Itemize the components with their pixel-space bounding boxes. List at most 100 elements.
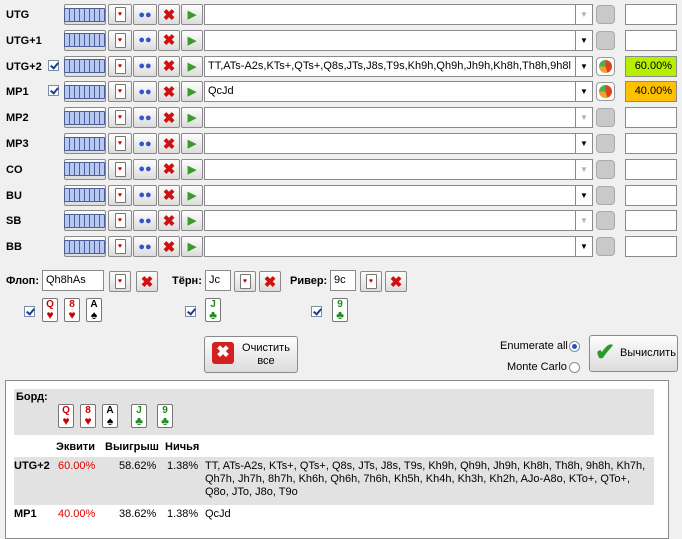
apply-range-button[interactable]: ▶	[181, 107, 203, 129]
range-dropdown-button[interactable]: ▼	[576, 184, 593, 206]
range-input[interactable]	[204, 236, 576, 258]
hand-picker-button[interactable]: ♥	[108, 29, 132, 51]
range-stats-button[interactable]	[596, 185, 615, 205]
range-matrix-button[interactable]	[64, 184, 106, 206]
range-stats-button[interactable]	[596, 134, 615, 153]
clear-range-button[interactable]: ✖	[158, 133, 180, 154]
apply-range-button[interactable]: ▶	[181, 55, 203, 77]
apply-range-button[interactable]: ▶	[181, 210, 203, 232]
chips-button[interactable]: ●●	[133, 158, 157, 180]
range-dropdown-button[interactable]: ▼	[576, 158, 593, 180]
chips-button[interactable]: ●●	[133, 184, 157, 206]
range-matrix-button[interactable]	[64, 29, 106, 51]
result-board-card: Q ♥	[58, 404, 74, 428]
range-matrix-button[interactable]	[64, 133, 106, 154]
flop-card-picker-button[interactable]: ♥	[109, 271, 131, 292]
clear-range-button[interactable]: ✖	[158, 55, 180, 77]
range-stats-button[interactable]	[596, 82, 615, 102]
chips-button[interactable]: ●●	[133, 55, 157, 77]
clear-range-button[interactable]: ✖	[158, 81, 180, 103]
range-dropdown-button[interactable]: ▼	[576, 81, 593, 103]
hand-picker-button[interactable]: ♥	[108, 133, 132, 154]
range-stats-button[interactable]	[596, 30, 615, 50]
range-dropdown-button[interactable]: ▼	[576, 55, 593, 77]
apply-range-button[interactable]: ▶	[181, 29, 203, 51]
clear-range-button[interactable]: ✖	[158, 107, 180, 129]
chips-button[interactable]: ●●	[133, 81, 157, 103]
clear-all-button[interactable]: ✖ Очистить все	[204, 336, 298, 373]
range-input[interactable]	[204, 4, 576, 25]
range-matrix-button[interactable]	[64, 4, 106, 25]
apply-range-button[interactable]: ▶	[181, 81, 203, 103]
hand-picker-button[interactable]: ♥	[108, 236, 132, 258]
clear-range-button[interactable]: ✖	[158, 158, 180, 180]
hand-picker-button[interactable]: ♥	[108, 4, 132, 25]
range-stats-button[interactable]	[596, 56, 615, 76]
clear-range-button[interactable]: ✖	[158, 236, 180, 258]
range-stats-button[interactable]	[596, 237, 615, 257]
river-input[interactable]: 9c	[330, 270, 356, 291]
calculate-button[interactable]: ✔ Вычислить	[589, 335, 678, 372]
clear-range-button[interactable]: ✖	[158, 29, 180, 51]
range-stats-button[interactable]	[596, 159, 615, 179]
hand-picker-button[interactable]: ♥	[108, 158, 132, 180]
hand-picker-button[interactable]: ♥	[108, 210, 132, 232]
apply-range-button[interactable]: ▶	[181, 133, 203, 154]
montecarlo-radio[interactable]	[569, 362, 580, 373]
apply-range-button[interactable]: ▶	[181, 4, 203, 25]
range-input[interactable]	[204, 210, 576, 232]
chips-button[interactable]: ●●	[133, 236, 157, 258]
turn-input[interactable]: Jc	[205, 270, 231, 291]
enumerate-radio[interactable]	[569, 341, 580, 352]
river-checkbox[interactable]	[311, 306, 322, 317]
range-input[interactable]	[204, 158, 576, 180]
chips-button[interactable]: ●●	[133, 133, 157, 154]
range-matrix-button[interactable]	[64, 210, 106, 232]
range-input[interactable]	[204, 29, 576, 51]
chips-button[interactable]: ●●	[133, 4, 157, 25]
clear-range-button[interactable]: ✖	[158, 4, 180, 25]
turn-checkbox[interactable]	[185, 306, 196, 317]
chips-button[interactable]: ●●	[133, 210, 157, 232]
range-matrix-button[interactable]	[64, 107, 106, 129]
apply-range-button[interactable]: ▶	[181, 158, 203, 180]
hand-picker-button[interactable]: ♥	[108, 55, 132, 77]
chips-button[interactable]: ●●	[133, 29, 157, 51]
chips-button[interactable]: ●●	[133, 107, 157, 129]
range-input[interactable]: TT,ATs-A2s,KTs+,QTs+,Q8s,JTs,J8s,T9s,Kh9…	[204, 55, 576, 77]
range-dropdown-button[interactable]: ▼	[576, 29, 593, 51]
flop-clear-button[interactable]: ✖	[136, 271, 158, 292]
player-checkbox[interactable]	[48, 59, 59, 71]
player-checkbox[interactable]	[48, 85, 59, 97]
river-clear-button[interactable]: ✖	[385, 271, 407, 292]
range-dropdown-button[interactable]: ▼	[576, 210, 593, 232]
range-dropdown-button[interactable]: ▼	[576, 107, 593, 129]
range-input[interactable]	[204, 184, 576, 206]
flop-input[interactable]: Qh8hAs	[42, 270, 104, 291]
range-input[interactable]	[204, 107, 576, 129]
range-matrix-button[interactable]	[64, 158, 106, 180]
hand-picker-button[interactable]: ♥	[108, 81, 132, 103]
range-input[interactable]: QcJd	[204, 81, 576, 103]
range-dropdown-button[interactable]: ▼	[576, 133, 593, 154]
range-matrix-button[interactable]	[64, 236, 106, 258]
flop-checkbox[interactable]	[24, 306, 35, 317]
apply-range-button[interactable]: ▶	[181, 184, 203, 206]
range-input[interactable]	[204, 133, 576, 154]
turn-card-picker-button[interactable]: ♥	[234, 271, 256, 292]
range-dropdown-button[interactable]: ▼	[576, 236, 593, 258]
clear-range-button[interactable]: ✖	[158, 184, 180, 206]
range-stats-button[interactable]	[596, 5, 615, 24]
range-matrix-button[interactable]	[64, 55, 106, 77]
range-stats-button[interactable]	[596, 211, 615, 231]
turn-clear-button[interactable]: ✖	[259, 271, 281, 292]
range-dropdown-button[interactable]: ▼	[576, 4, 593, 25]
clear-range-button[interactable]: ✖	[158, 210, 180, 232]
range-matrix-button[interactable]	[64, 81, 106, 103]
vertical-scrollbar[interactable]	[669, 380, 682, 539]
hand-picker-button[interactable]: ♥	[108, 107, 132, 129]
hand-picker-button[interactable]: ♥	[108, 184, 132, 206]
apply-range-button[interactable]: ▶	[181, 236, 203, 258]
range-stats-button[interactable]	[596, 108, 615, 128]
river-card-picker-button[interactable]: ♥	[360, 271, 382, 292]
